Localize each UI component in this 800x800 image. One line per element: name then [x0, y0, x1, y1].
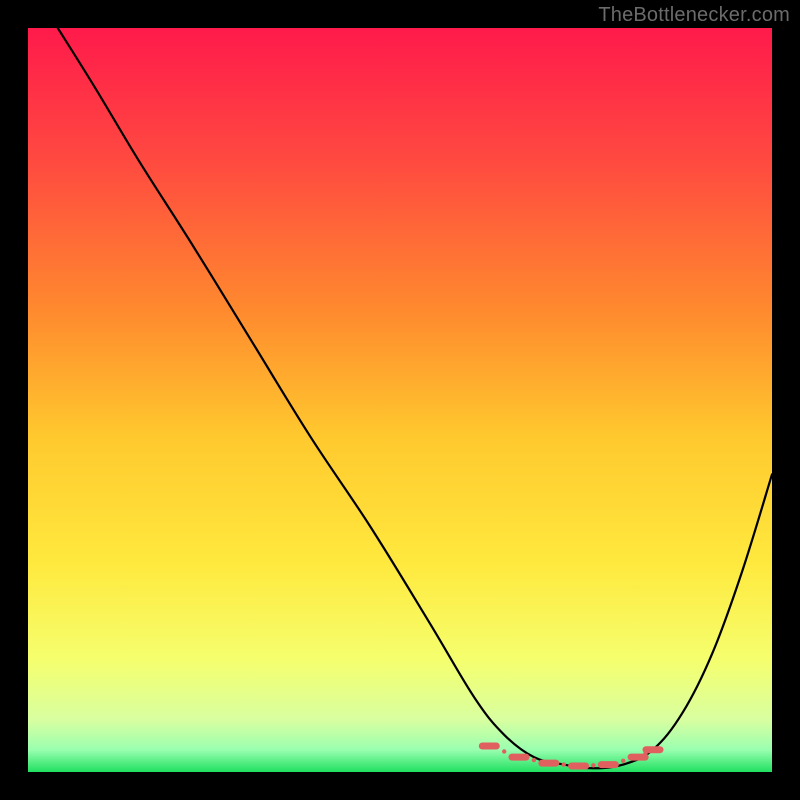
optimal-marker-dot [532, 758, 536, 762]
plot-area [28, 28, 772, 772]
optimal-marker-dot [562, 762, 566, 766]
chart-container: TheBottlenecker.com [0, 0, 800, 800]
chart-svg [28, 28, 772, 772]
optimal-marker-dot [621, 759, 625, 763]
attribution-text: TheBottlenecker.com [598, 4, 790, 27]
optimal-marker-dot [591, 763, 595, 767]
optimal-marker-dot [502, 749, 506, 753]
gradient-background [28, 28, 772, 772]
